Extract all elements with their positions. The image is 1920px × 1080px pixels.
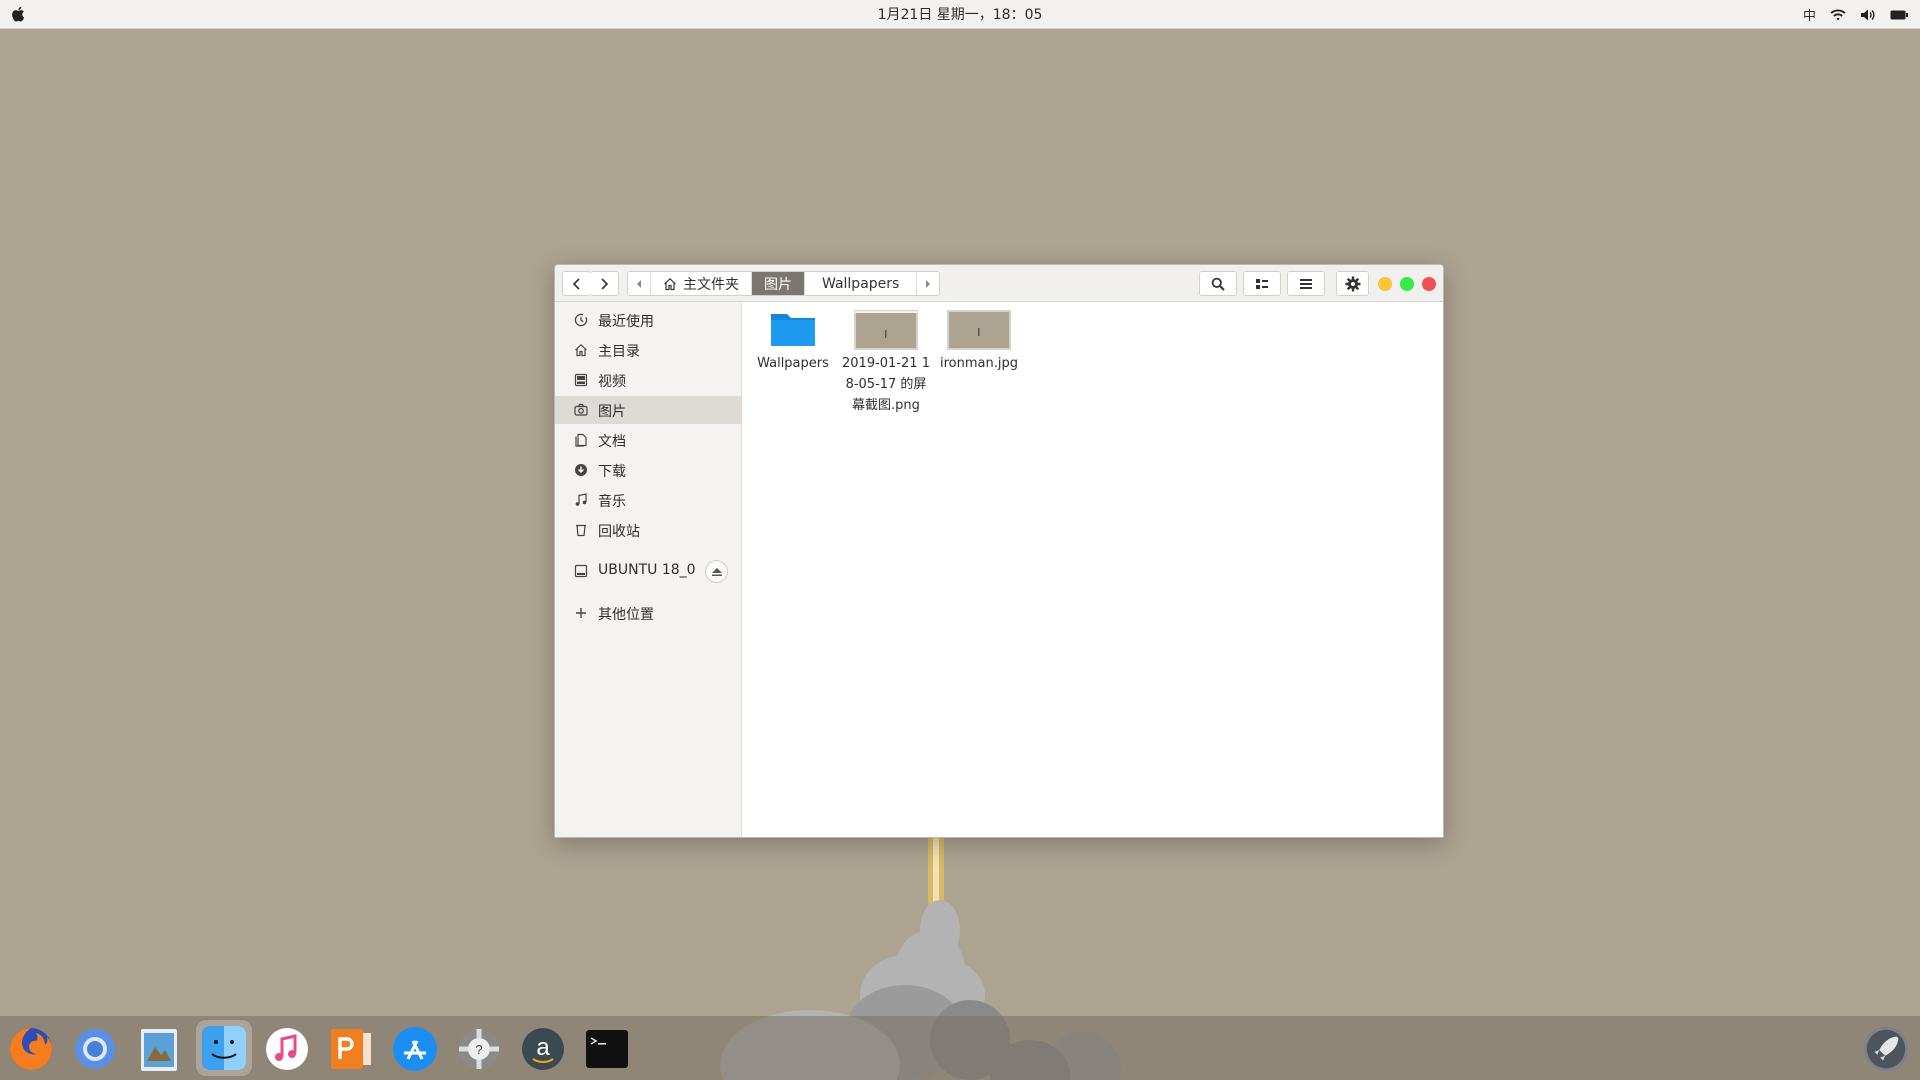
sidebar-item-ubuntu-drive[interactable]: UBUNTU 18_0 [555,557,742,585]
back-button[interactable] [562,271,591,296]
image-viewer-icon[interactable] [135,1025,183,1073]
plus-icon [576,608,586,618]
dock: ? a [0,1016,1920,1080]
sidebar: 最近使用 主目录 视频 图片 文档 下载 音乐 回收站 UBUNTU 18_0 … [555,302,742,837]
folder-icon [771,314,815,346]
search-icon [1211,277,1225,291]
input-method-indicator[interactable]: 中 [1803,5,1816,24]
chevron-left-icon [572,277,580,290]
sidebar-item-pictures[interactable]: 图片 [555,396,742,424]
system-tray: 中 [1803,0,1908,29]
breadcrumb-home[interactable]: 主文件夹 [651,272,752,295]
breadcrumb-pictures[interactable]: 图片 [752,272,805,295]
sidebar-item-music[interactable]: 音乐 [555,486,742,514]
music-icon [575,493,587,506]
gear-icon [1345,276,1360,291]
chevron-right-icon [601,277,609,290]
home-icon [575,343,587,357]
sidebar-item-label: 图片 [598,404,626,420]
battery-icon[interactable] [1890,9,1908,21]
sidebar-item-recent[interactable]: 最近使用 [555,306,742,334]
wifi-icon[interactable] [1830,8,1846,22]
film-icon [574,373,588,387]
file-item-image[interactable]: ironman.jpg [935,310,1023,374]
eject-button[interactable] [705,560,728,583]
sidebar-item-label: 文档 [598,434,626,450]
apple-icon[interactable] [10,5,28,23]
camera-icon [574,403,588,416]
file-name: Wallpapers [757,356,829,371]
help-icon[interactable]: ? [455,1025,503,1073]
eject-icon [711,567,722,576]
drive-icon [574,564,588,578]
top-bar: 1月21日 星期一，18：05 中 [0,0,1920,29]
music-app-icon[interactable] [263,1025,311,1073]
settings-button[interactable] [1336,271,1369,296]
sidebar-item-label: 其他位置 [598,607,654,623]
view-toggle-button[interactable] [1243,271,1281,296]
sidebar-item-home[interactable]: 主目录 [555,336,742,364]
image-thumbnail-icon [854,310,918,350]
sidebar-item-label: 主目录 [598,344,640,360]
breadcrumb-label: 图片 [764,276,792,293]
caret-right-icon [926,279,931,288]
sidebar-item-label: 视频 [598,374,626,390]
download-icon [575,464,587,476]
amazon-icon[interactable]: a [519,1025,567,1073]
sidebar-item-other-locations[interactable]: 其他位置 [555,599,742,627]
app-store-icon[interactable] [391,1025,439,1073]
breadcrumb-left-arrow[interactable] [628,272,651,295]
close-button[interactable] [1422,277,1436,291]
sidebar-item-label: 最近使用 [598,314,654,330]
svg-text:?: ? [475,1042,482,1057]
breadcrumb-label: Wallpapers [822,275,900,292]
breadcrumb: 主文件夹 图片 Wallpapers [627,271,941,296]
maximize-button[interactable] [1400,277,1414,291]
search-button[interactable] [1199,271,1237,296]
sidebar-item-downloads[interactable]: 下载 [555,456,742,484]
sidebar-item-label: UBUNTU 18_0 [598,562,696,578]
menu-button[interactable] [1287,271,1325,296]
trash-icon [576,524,586,537]
clock-icon [574,313,588,327]
caret-left-icon [637,279,641,288]
list-view-icon [1256,278,1268,289]
file-manager-window: 主文件夹 图片 Wallpapers 最近使用 主目录 视频 图片 文档 下载 … [554,264,1444,838]
chromium-icon[interactable] [71,1025,119,1073]
svg-text:a: a [536,1034,550,1061]
image-thumbnail-icon [947,310,1011,350]
terminal-icon[interactable] [583,1025,631,1073]
header-bar: 主文件夹 图片 Wallpapers [555,265,1443,302]
presentation-icon[interactable] [327,1025,375,1073]
clock[interactable]: 1月21日 星期一，18：05 [878,4,1043,24]
file-grid: Wallpapers 2019-01-21 18-05-17 的屏幕截图.png… [743,302,1443,837]
firefox-icon[interactable] [7,1025,55,1073]
breadcrumb-label: 主文件夹 [683,276,739,293]
hamburger-icon [1300,278,1312,289]
sidebar-item-label: 音乐 [598,494,626,510]
file-item-image[interactable]: 2019-01-21 18-05-17 的屏幕截图.png [842,310,930,416]
breadcrumb-wallpapers[interactable]: Wallpapers [805,272,918,295]
breadcrumb-right-arrow[interactable] [917,272,939,295]
file-name: ironman.jpg [940,356,1018,371]
launchpad-icon[interactable] [1862,1025,1910,1073]
finder-icon[interactable] [196,1020,252,1076]
file-item-folder[interactable]: Wallpapers [749,310,837,374]
file-name: 2019-01-21 18-05-17 的屏幕截图.png [842,356,930,413]
forward-button[interactable] [590,271,619,296]
sidebar-item-trash[interactable]: 回收站 [555,516,742,544]
sidebar-item-videos[interactable]: 视频 [555,366,742,394]
home-icon [664,277,676,290]
sidebar-item-documents[interactable]: 文档 [555,426,742,454]
sidebar-item-label: 下载 [598,464,626,480]
minimize-button[interactable] [1378,277,1392,291]
volume-icon[interactable] [1860,8,1876,22]
sidebar-item-label: 回收站 [598,524,640,540]
document-icon [575,433,587,447]
